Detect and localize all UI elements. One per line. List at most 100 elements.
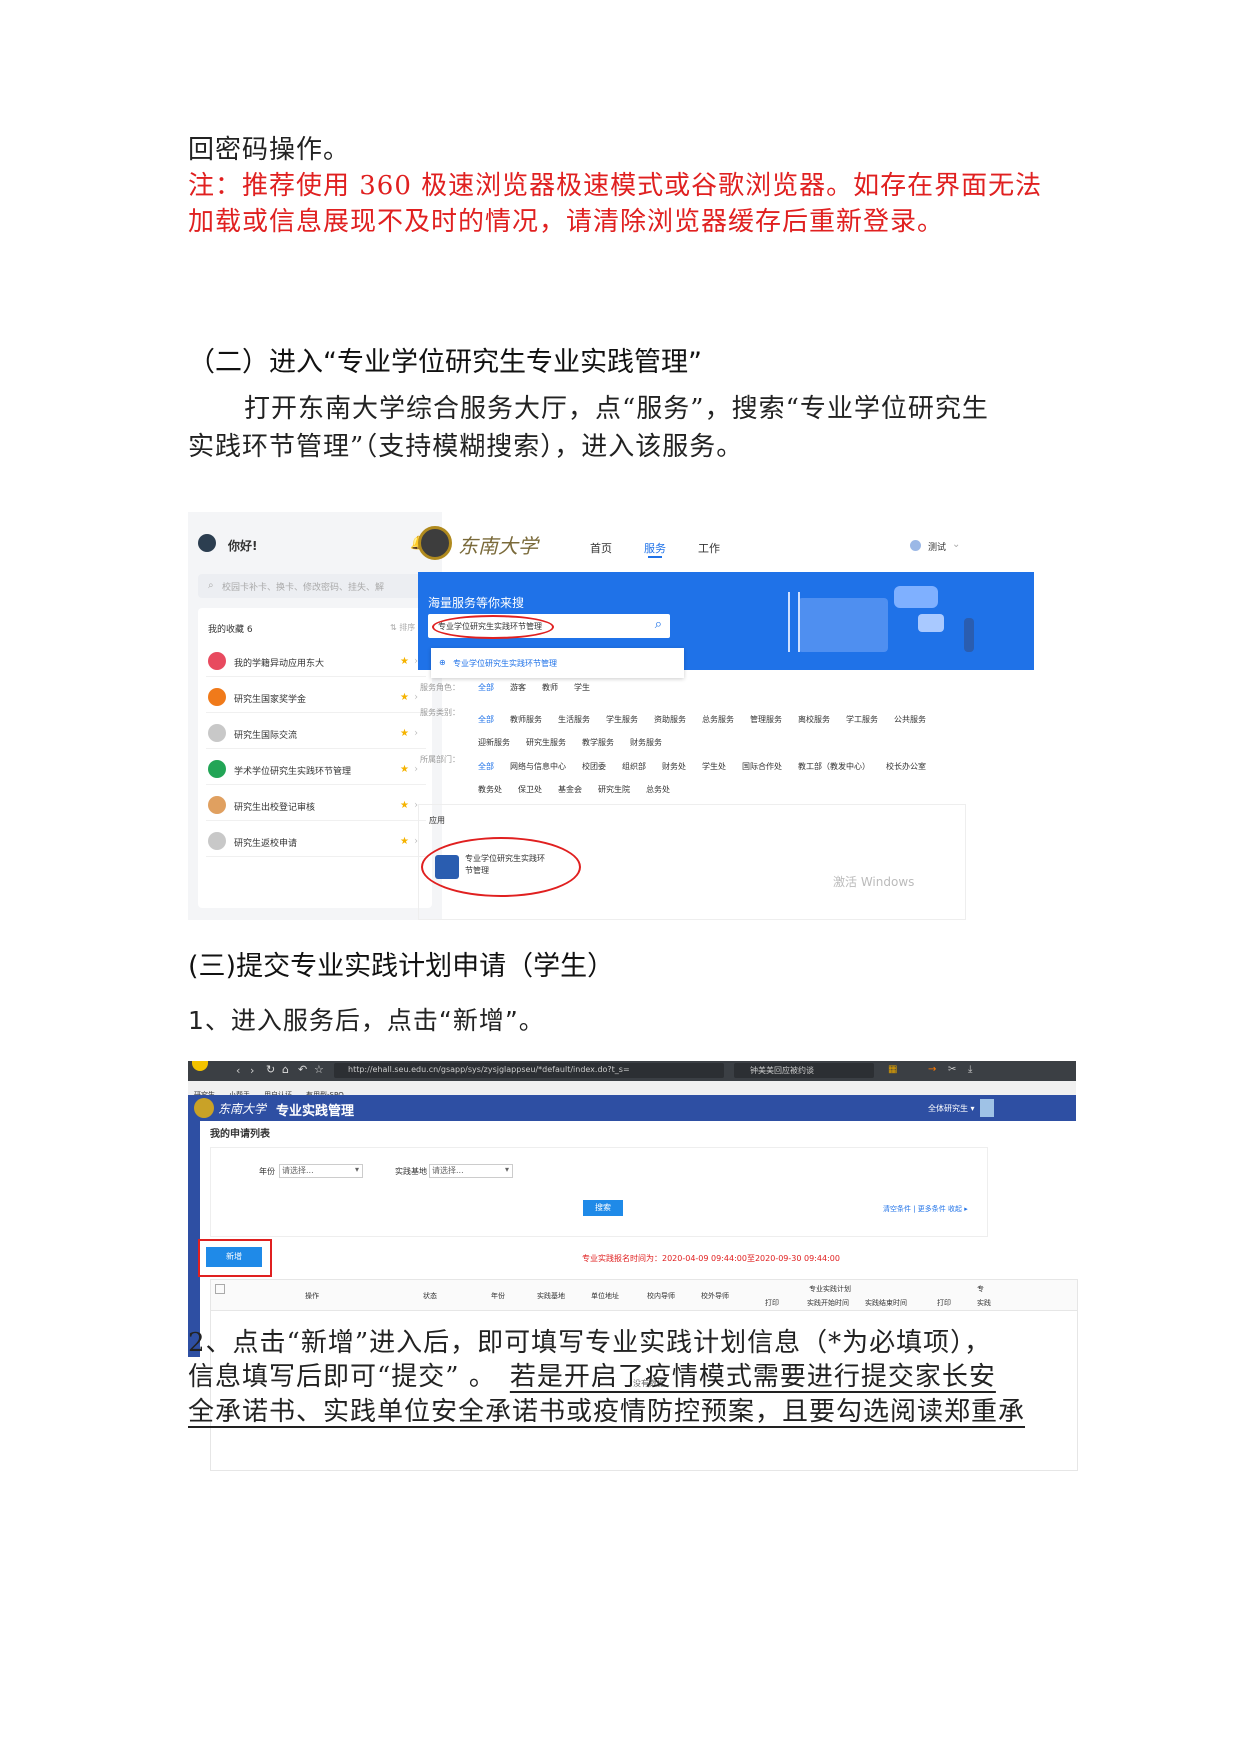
filter-tag[interactable]: 全部 (478, 762, 494, 771)
filter-tag[interactable]: 教务处 (478, 785, 502, 794)
star-icon[interactable]: ★ (400, 800, 409, 811)
favorite-item[interactable]: 学术学位研究生实践环节管理 ★ › (206, 756, 426, 785)
avatar (198, 534, 216, 552)
search-icon[interactable]: ⌕ (655, 617, 662, 632)
filter-tag[interactable]: 财务处 (662, 762, 686, 771)
group-header-2: 专 (977, 1285, 984, 1293)
filter-tag[interactable]: 教学服务 (582, 738, 614, 747)
star-icon[interactable]: ★ (400, 836, 409, 847)
filter-tag[interactable]: 研究生服务 (526, 738, 566, 747)
forward-icon[interactable]: › (250, 1064, 254, 1077)
section2-paragraph-line2: 实践环节管理”（支持模糊搜索），进入该服务。 (188, 432, 744, 462)
filter-tag[interactable]: 迎新服务 (478, 738, 510, 747)
filter-links[interactable]: 清空条件 | 更多条件 收起 ▸ (883, 1204, 968, 1214)
favorite-label: 研究生国际交流 (234, 731, 298, 741)
favorite-item[interactable]: 研究生国家奖学金 ★ › (206, 684, 426, 713)
filter-tag[interactable]: 总务服务 (702, 715, 734, 724)
reload-icon[interactable]: ↻ (266, 1063, 275, 1076)
arrow-icon[interactable]: → (928, 1064, 936, 1075)
suggestion-icon: ⊕ (439, 658, 446, 667)
apps-icon[interactable]: ▦ (888, 1064, 897, 1075)
step1-text: 1、进入服务后，点击“新增”。 (188, 1006, 545, 1035)
list-title: 我的申请列表 (210, 1129, 270, 1140)
filter-tag[interactable]: 学工服务 (846, 715, 878, 724)
filter-tag[interactable]: 管理服务 (750, 715, 782, 724)
table-column-header: 实践基地 (537, 1292, 565, 1300)
star-icon[interactable]: ★ (400, 764, 409, 775)
filter-tag[interactable]: 离校服务 (798, 715, 830, 724)
favorite-item[interactable]: 研究生出校登记审核 ★ › (206, 792, 426, 821)
results-label: 应用 (429, 816, 445, 825)
filter-tag[interactable]: 基金会 (558, 785, 582, 794)
search-input[interactable]: ⌕ 校园卡补卡、换卡、修改密码、挂失、解 (198, 574, 432, 598)
note-line-1: 注：推荐使用 360 极速浏览器极速模式或谷歌浏览器。如存在界面无法 (188, 171, 1043, 201)
nav-services[interactable]: 服务 (644, 540, 666, 556)
filter-tag[interactable]: 网络与信息中心 (510, 762, 566, 771)
nav-active-indicator (648, 556, 662, 558)
filter-tag[interactable]: 教师服务 (510, 715, 542, 724)
table-column-header: 操作 (305, 1292, 319, 1300)
back-icon[interactable]: ‹ (236, 1064, 240, 1077)
period-notice: 专业实践报名时间为：2020-04-09 09:44:00至2020-09-30… (582, 1254, 840, 1263)
star-icon[interactable]: ★ (400, 656, 409, 667)
year-label: 年份 (259, 1167, 275, 1176)
star-icon[interactable]: ★ (400, 692, 409, 703)
filter-tag[interactable]: 校团委 (582, 762, 606, 771)
filter-tag[interactable]: 教师 (542, 683, 558, 692)
step2-line2: 信息填写后即可“提交” 。若是开启了疫情模式需要进行提交家长安 (188, 1358, 996, 1396)
favorite-item[interactable]: 我的学籍异动应用东大 ★ › (206, 648, 426, 677)
greeting: 你好! (228, 539, 258, 553)
home-icon[interactable]: ⌂ (282, 1063, 289, 1076)
filter-tag[interactable]: 校长办公室 (886, 762, 926, 771)
role-selector[interactable]: 全体研究生 ▾ (928, 1103, 975, 1114)
nav-home[interactable]: 首页 (590, 540, 612, 556)
year-select[interactable]: 请选择... ▾ (279, 1164, 363, 1178)
chevron-down-icon: ⌄ (952, 539, 961, 550)
select-all-checkbox[interactable] (215, 1284, 225, 1294)
col-start: 实践开始时间 (807, 1299, 849, 1307)
download-icon[interactable]: ⤓ (968, 1064, 972, 1075)
user-avatar-icon (910, 540, 921, 551)
filter-tag[interactable]: 公共服务 (894, 715, 926, 724)
undo-icon[interactable]: ↶ (298, 1063, 307, 1076)
avatar[interactable] (980, 1099, 994, 1117)
base-select[interactable]: 请选择... ▾ (429, 1164, 513, 1178)
sort-button[interactable]: ⇅ 排序 (390, 622, 415, 633)
university-logo-text: 东南大学 (458, 534, 538, 558)
omnibox-search[interactable]: 钟美美回应被约谈 (734, 1063, 874, 1078)
department-label: 所属部门： (420, 755, 460, 764)
filter-tag[interactable]: 保卫处 (518, 785, 542, 794)
filter-tag[interactable]: 学生处 (702, 762, 726, 771)
favorites-title: 我的收藏 6 (208, 625, 253, 635)
targets-label: 服务角色： (420, 683, 460, 692)
star-icon[interactable]: ☆ (314, 1063, 324, 1076)
filter-tag[interactable]: 组织部 (622, 762, 646, 771)
filter-tag[interactable]: 生活服务 (558, 715, 590, 724)
app-icon (208, 832, 226, 850)
favorite-label: 学术学位研究生实践环节管理 (234, 767, 352, 777)
user-name[interactable]: 测试 (928, 540, 946, 553)
filter-tag[interactable]: 研究生院 (598, 785, 630, 794)
nav-work[interactable]: 工作 (698, 540, 720, 556)
filter-tag[interactable]: 学生服务 (606, 715, 638, 724)
search-button[interactable]: 搜索 (583, 1200, 623, 1216)
app-title: 专业实践管理 (276, 1104, 355, 1119)
scissors-icon[interactable]: ✂ (948, 1064, 956, 1075)
filter-tag[interactable]: 财务服务 (630, 738, 662, 747)
filter-tag[interactable]: 资助服务 (654, 715, 686, 724)
filter-tag[interactable]: 学生 (574, 683, 590, 692)
favorite-item[interactable]: 研究生国际交流 ★ › (206, 720, 426, 749)
section3-heading: (三)提交专业实践计划申请（学生） (188, 951, 615, 982)
star-icon[interactable]: ★ (400, 728, 409, 739)
filter-tag[interactable]: 全部 (478, 683, 494, 692)
app-logo-text: 东南大学 (218, 1102, 267, 1116)
filter-tag[interactable]: 教工部（教发中心） (798, 762, 870, 771)
filter-tag[interactable]: 总务处 (646, 785, 670, 794)
address-bar[interactable]: http://ehall.seu.edu.cn/gsapp/sys/zysjgl… (334, 1063, 724, 1078)
favorite-item[interactable]: 研究生返校申请 ★ › (206, 828, 426, 857)
filter-tag[interactable]: 游客 (510, 683, 526, 692)
app-icon (208, 796, 226, 814)
filter-tag[interactable]: 全部 (478, 715, 494, 724)
search-suggestion[interactable]: ⊕ 专业学位研究生实践环节管理 (431, 648, 684, 678)
filter-tag[interactable]: 国际合作处 (742, 762, 782, 771)
